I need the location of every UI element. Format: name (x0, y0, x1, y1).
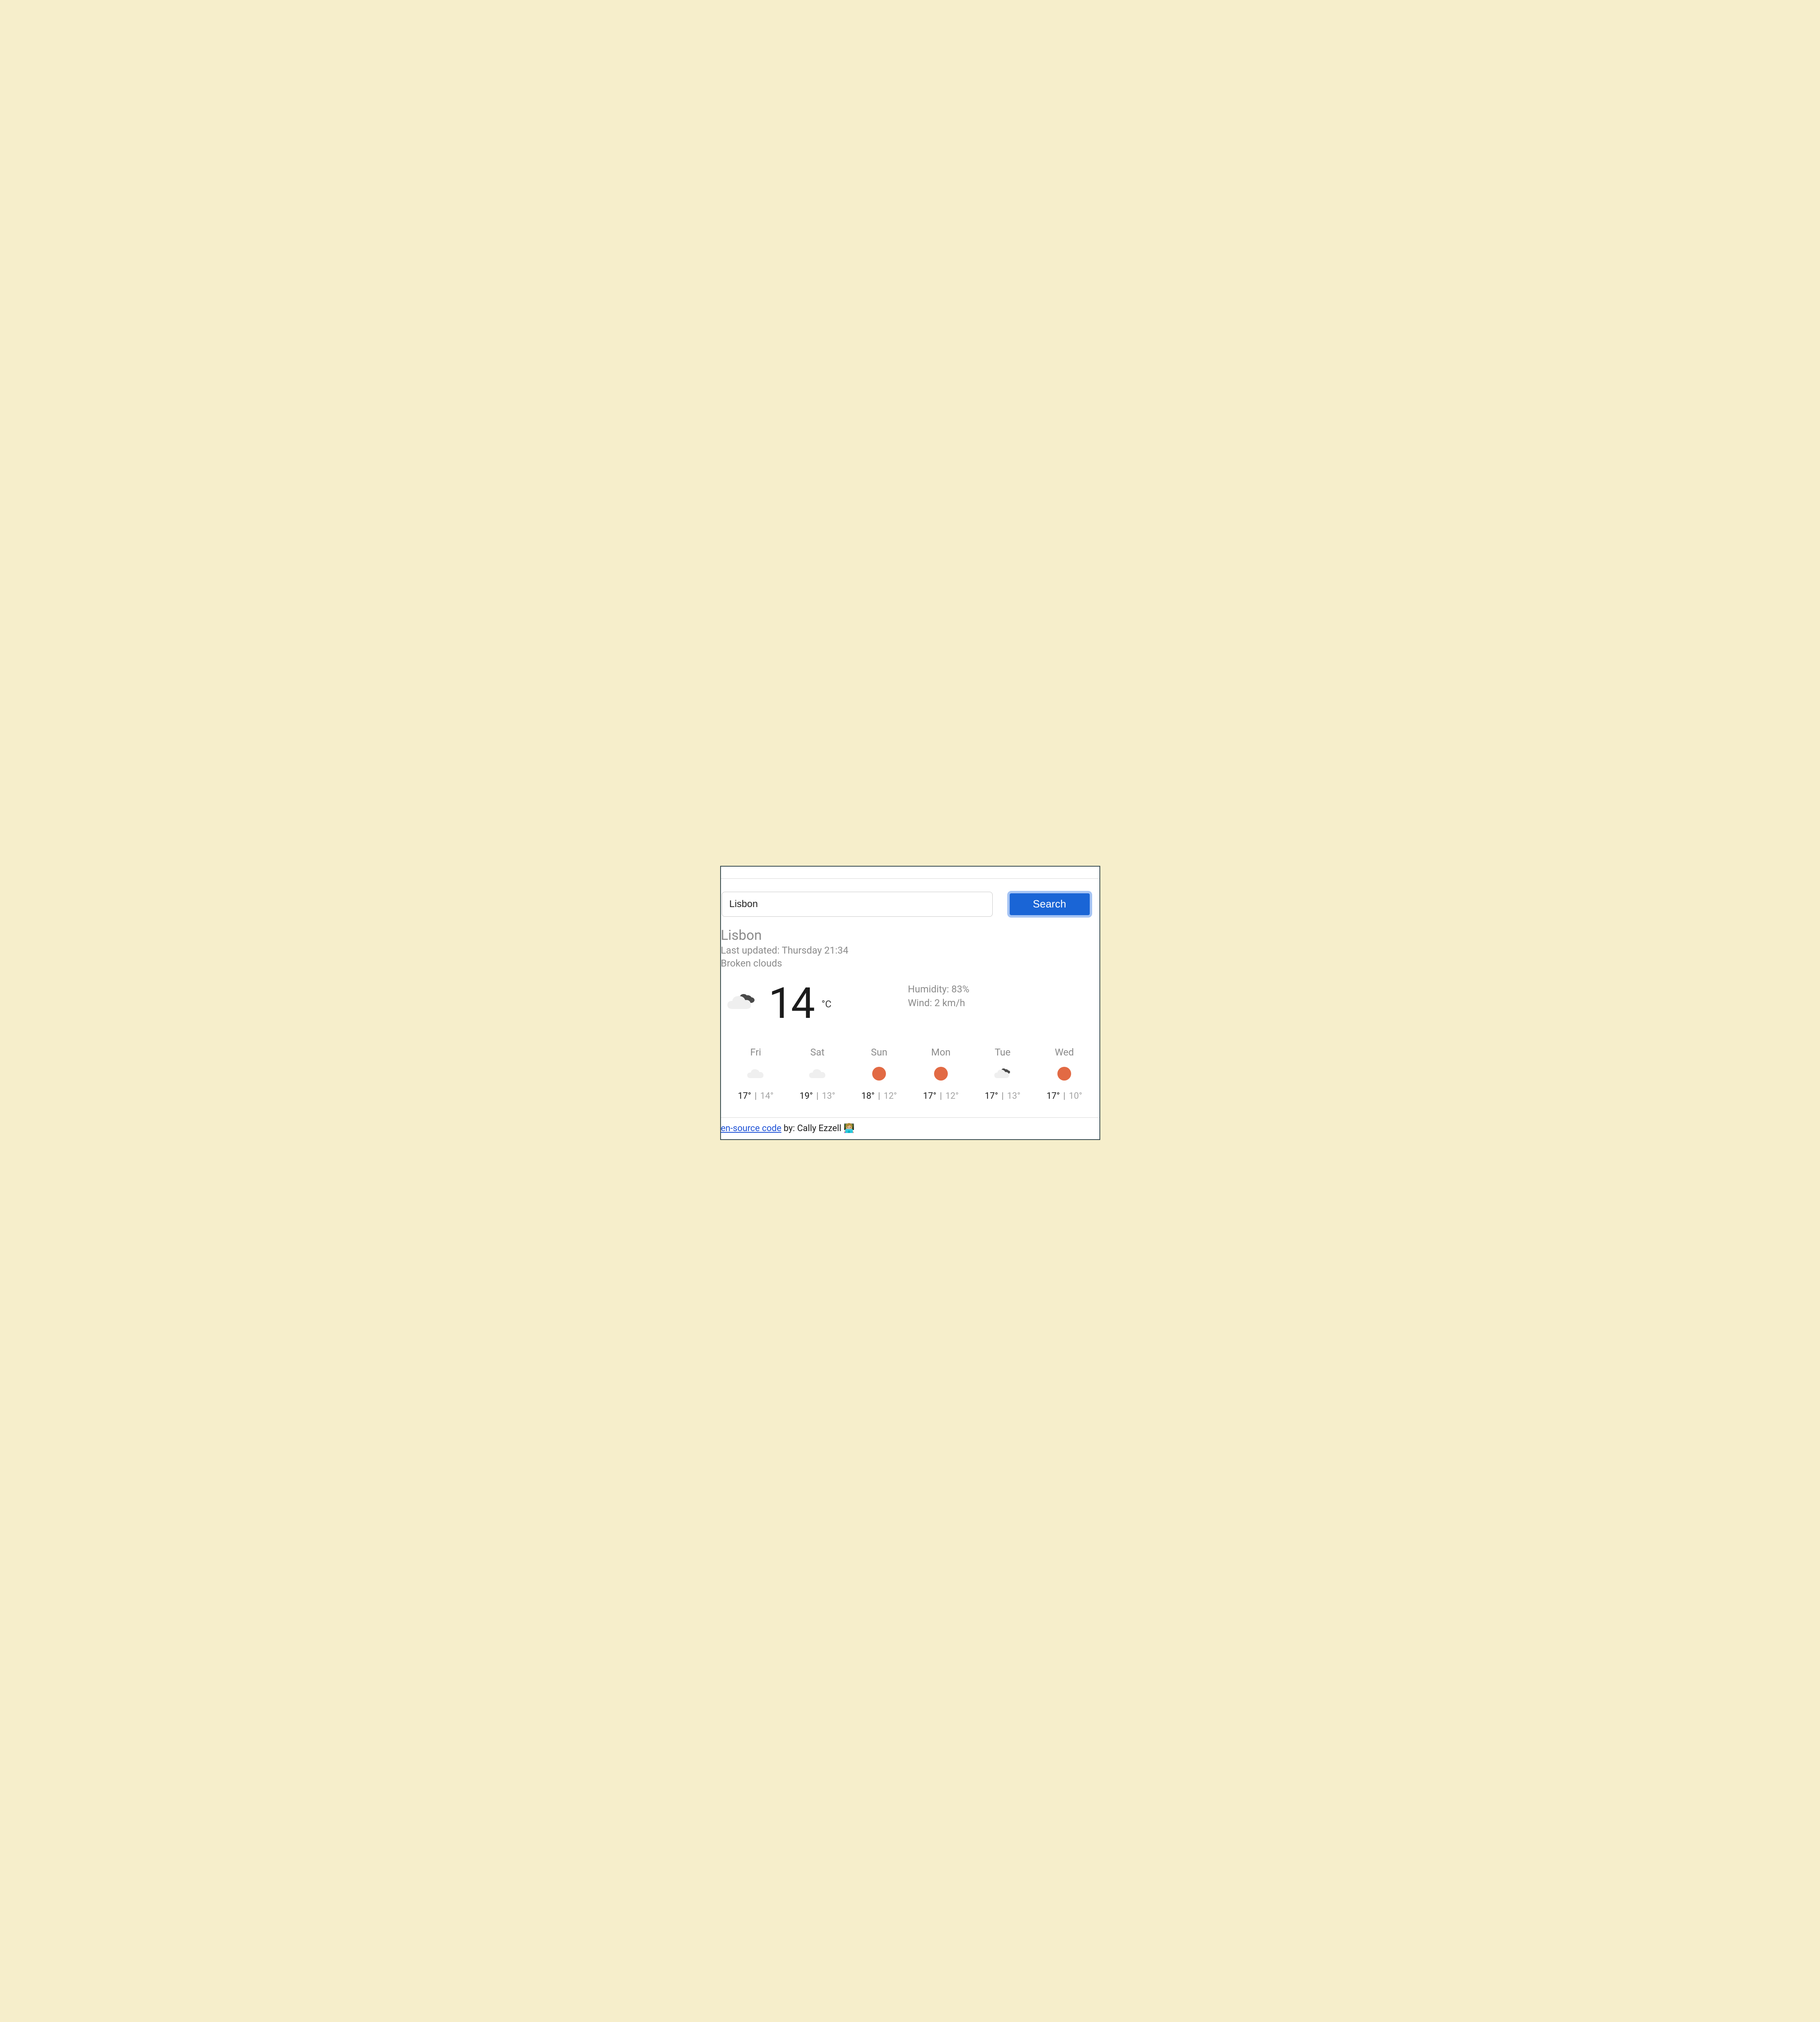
broken-clouds-icon (725, 991, 759, 1015)
forecast-high: 18° (861, 1091, 875, 1101)
forecast-high: 19° (799, 1091, 813, 1101)
search-row: Search (721, 879, 1099, 927)
forecast-low: 13° (1007, 1091, 1021, 1101)
forecast-day: Tue 17° | 13° (972, 1047, 1034, 1101)
sun-icon (1057, 1067, 1071, 1081)
source-code-link[interactable]: en-source code (721, 1123, 782, 1134)
humidity-label: Humidity: 83% (908, 983, 969, 996)
forecast-low: 12° (884, 1091, 897, 1101)
current-weather: 14 °C Humidity: 83% Wind: 2 km/h (721, 970, 1099, 1029)
forecast-day: Mon 17° | 12° (910, 1047, 972, 1101)
forecast-temps: 17° | 14° (725, 1091, 787, 1101)
forecast-temps: 18° | 12° (848, 1091, 910, 1101)
forecast-temps: 17° | 12° (910, 1091, 972, 1101)
city-name: Lisbon (721, 927, 1099, 944)
top-strip (721, 867, 1099, 879)
forecast-low: 13° (822, 1091, 835, 1101)
forecast-row: Fri 17° | 14° Sat 19° | 13° Sun 18° | 12° Mon 1… (721, 1029, 1099, 1117)
forecast-day: Sun 18° | 12° (848, 1047, 910, 1101)
location-meta: Lisbon Last updated: Thursday 21:34 Brok… (721, 927, 1099, 970)
forecast-high: 17° (1046, 1091, 1060, 1101)
last-updated: Last updated: Thursday 21:34 (721, 944, 1099, 957)
forecast-day-name: Sat (786, 1047, 848, 1058)
forecast-day-name: Tue (972, 1047, 1034, 1058)
current-left: 14 °C (725, 982, 908, 1025)
city-search-input[interactable] (722, 892, 993, 917)
cloud-icon (746, 1068, 765, 1080)
forecast-day: Wed 17° | 10° (1034, 1047, 1095, 1101)
forecast-day-name: Wed (1034, 1047, 1095, 1058)
current-details: Humidity: 83% Wind: 2 km/h (908, 982, 969, 1010)
current-temperature: 14 (769, 982, 814, 1025)
forecast-temps: 17° | 13° (972, 1091, 1034, 1101)
forecast-day-name: Mon (910, 1047, 972, 1058)
forecast-day: Fri 17° | 14° (725, 1047, 787, 1101)
search-button[interactable]: Search (1007, 891, 1092, 918)
temp-separator: | (813, 1091, 822, 1101)
temperature-unit[interactable]: °C (822, 998, 832, 1010)
forecast-high: 17° (923, 1091, 936, 1101)
wind-label: Wind: 2 km/h (908, 996, 969, 1010)
forecast-temps: 17° | 10° (1034, 1091, 1095, 1101)
forecast-day-name: Sun (848, 1047, 910, 1058)
temp-separator: | (1060, 1091, 1069, 1101)
temp-separator: | (936, 1091, 945, 1101)
forecast-day-name: Fri (725, 1047, 787, 1058)
forecast-high: 17° (738, 1091, 751, 1101)
footer-by: by: Cally Ezzell (781, 1123, 843, 1134)
temp-separator: | (998, 1091, 1007, 1101)
cloud-icon (808, 1068, 827, 1080)
forecast-day: Sat 19° | 13° (786, 1047, 848, 1101)
current-conditions: Broken clouds (721, 957, 1099, 970)
technologist-emoji-icon: 👩🏼‍💻 (843, 1123, 854, 1134)
weather-app-window: Search Lisbon Last updated: Thursday 21:… (720, 866, 1100, 1140)
footer: en-source code by: Cally Ezzell 👩🏼‍💻 (721, 1117, 1099, 1139)
temp-separator: | (751, 1091, 760, 1101)
forecast-high: 17° (985, 1091, 998, 1101)
temp-separator: | (875, 1091, 884, 1101)
sun-icon (872, 1067, 886, 1081)
broken-clouds-icon (993, 1068, 1013, 1080)
forecast-low: 14° (760, 1091, 774, 1101)
forecast-low: 10° (1069, 1091, 1082, 1101)
forecast-low: 12° (945, 1091, 959, 1101)
sun-icon (934, 1067, 948, 1081)
forecast-temps: 19° | 13° (786, 1091, 848, 1101)
